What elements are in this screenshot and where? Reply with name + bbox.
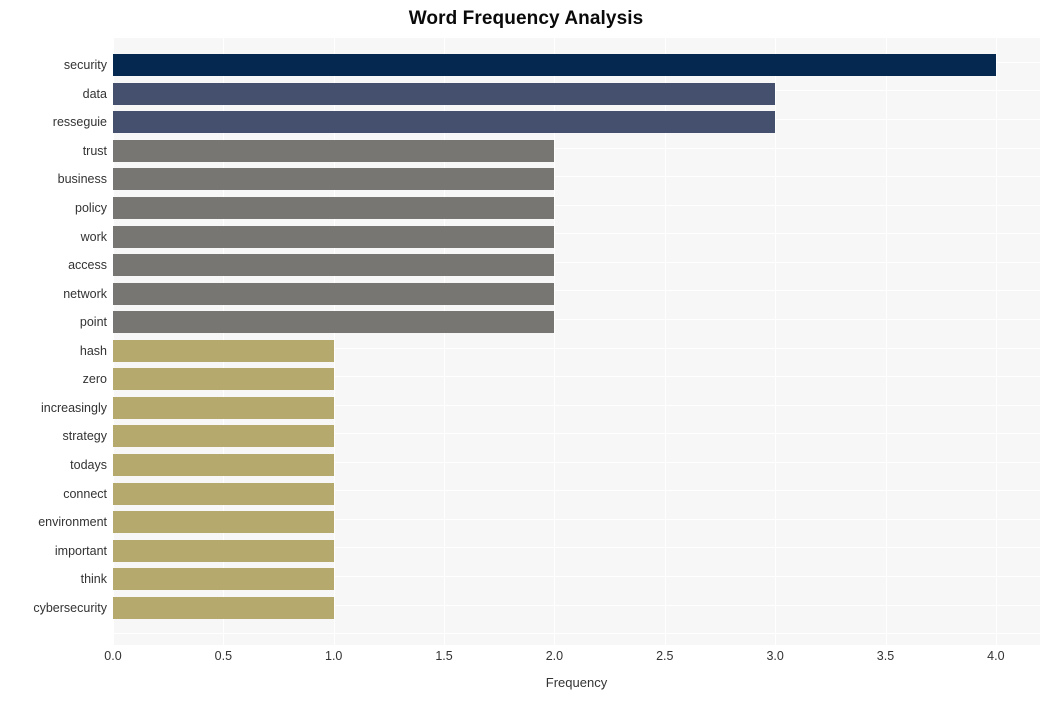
y-axis-tick-label: point (79, 315, 107, 329)
y-axis-tick-label: todays (70, 458, 107, 472)
y-axis-tick-labels: security data resseguie trust business policy… (0, 38, 107, 645)
bar (113, 397, 334, 419)
y-axis-tick-label: increasingly (40, 401, 107, 415)
y-axis-tick-label: think (80, 572, 107, 586)
y-axis-tick-label: resseguie (52, 115, 107, 129)
bar (113, 340, 334, 362)
x-axis-tick-label: 4.0 (987, 649, 1005, 663)
word-frequency-chart: Word Frequency Analysis security data ress… (0, 0, 1052, 701)
plot-area (113, 38, 1040, 645)
x-axis-tick-label: 0.5 (214, 649, 233, 663)
x-axis-tick-label: 1.0 (325, 649, 343, 663)
x-axis-title: Frequency (545, 675, 608, 690)
bar (113, 226, 554, 248)
y-axis-tick-label: data (82, 87, 107, 101)
bar (113, 368, 334, 390)
bar (113, 540, 334, 562)
bar (113, 254, 554, 276)
chart-title: Word Frequency Analysis (408, 8, 644, 29)
y-axis-tick-label: trust (82, 144, 107, 158)
x-axis-tick-label: 2.0 (545, 649, 564, 663)
bars-layer (113, 38, 1040, 645)
bar (113, 140, 554, 162)
bar (113, 511, 334, 533)
bar (113, 568, 334, 590)
y-axis-tick-label: important (54, 544, 107, 558)
bar (113, 311, 554, 333)
bar (113, 283, 554, 305)
y-axis-tick-label: network (63, 287, 107, 301)
x-axis-tick-label: 2.5 (656, 649, 674, 663)
y-axis-tick-label: security (63, 58, 107, 72)
x-axis-tick-label: 1.5 (435, 649, 453, 663)
bar (113, 54, 996, 76)
y-axis-tick-label: work (80, 230, 107, 244)
bar (113, 597, 334, 619)
y-axis-tick-label: policy (75, 201, 107, 215)
bar (113, 197, 554, 219)
x-axis-tick-label: 3.0 (766, 649, 784, 663)
bar (113, 83, 775, 105)
y-axis-tick-label: cybersecurity (33, 601, 107, 615)
y-axis-tick-label: connect (63, 487, 107, 501)
y-axis-tick-label: business (57, 172, 107, 186)
y-axis-tick-label: zero (82, 372, 107, 386)
x-axis-tick-label: 0.0 (104, 649, 122, 663)
y-axis-tick-label: environment (38, 515, 107, 529)
bar (113, 168, 554, 190)
y-axis-tick-label: access (68, 258, 107, 272)
bar (113, 111, 775, 133)
x-axis-tick-label: 3.5 (876, 649, 895, 663)
y-axis-tick-label: strategy (62, 429, 107, 443)
bar (113, 483, 334, 505)
x-axis-tick-labels: 0.0 0.5 1.0 1.5 2.0 2.5 3.0 3.5 4.0 (104, 649, 1040, 667)
bar (113, 425, 334, 447)
y-axis-tick-label: hash (79, 344, 107, 358)
bar (113, 454, 334, 476)
